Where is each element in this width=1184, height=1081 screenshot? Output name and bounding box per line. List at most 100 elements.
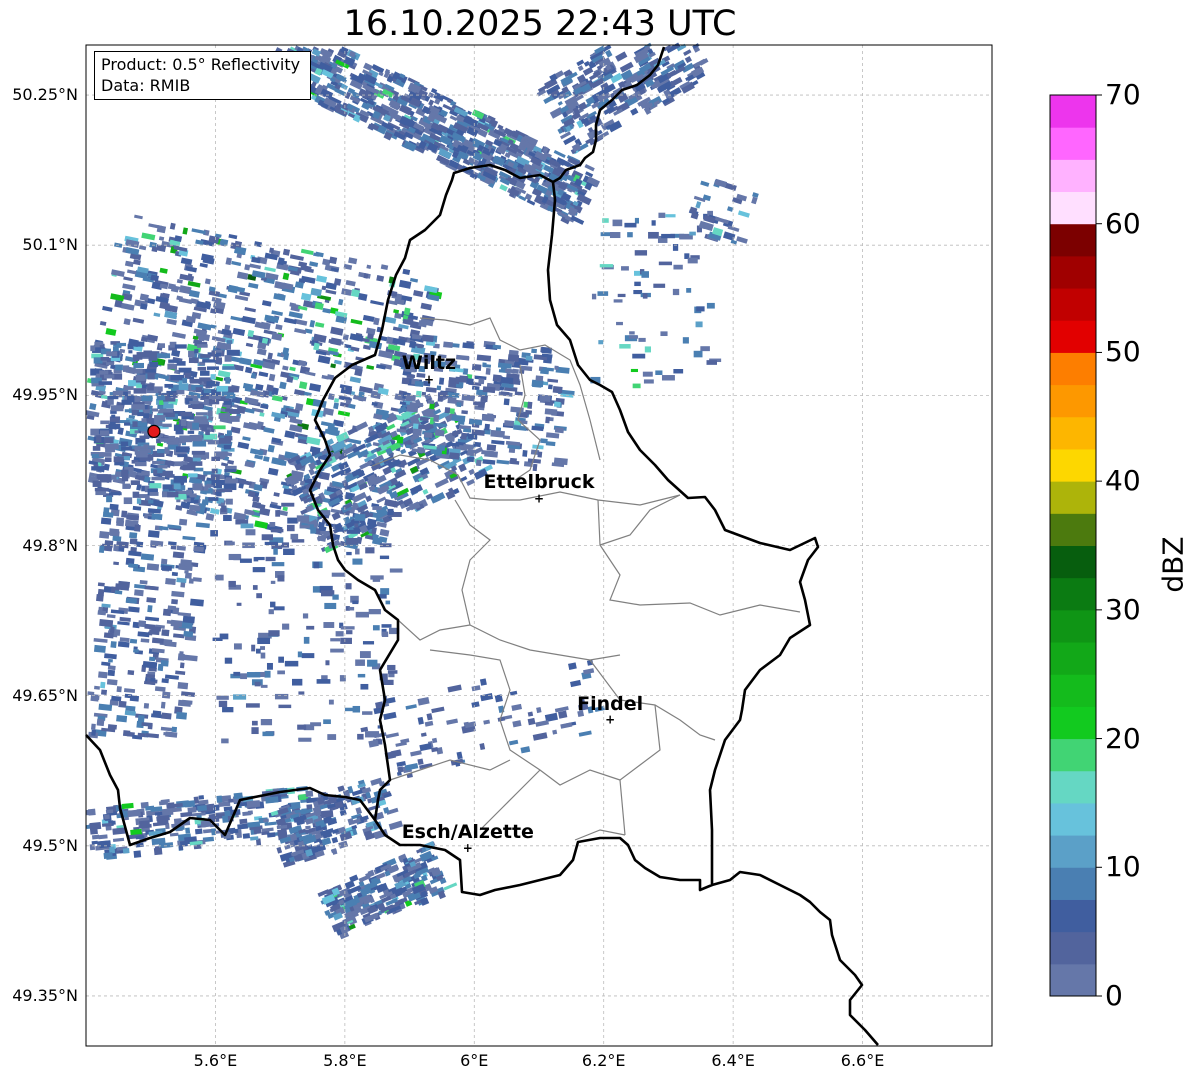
echo-pixel: [147, 383, 154, 391]
echo-pixel: [426, 713, 433, 721]
echo-pixel: [736, 236, 748, 244]
echo-pixel: [316, 275, 328, 283]
echo-pixel: [383, 679, 394, 685]
echo-pixel: [338, 298, 344, 306]
echo-pixel: [239, 357, 252, 366]
product-text: Product: 0.5° Reflectivity: [101, 55, 301, 74]
echo-pixel: [627, 232, 633, 238]
echo-pixel: [179, 662, 185, 669]
echo-pixel: [116, 686, 122, 693]
city-label: Findel: [577, 692, 644, 715]
echo-pixel: [92, 446, 101, 451]
echo-pixel: [159, 438, 174, 442]
echo-pixel: [178, 367, 192, 373]
echo-pixel: [107, 665, 116, 671]
echo-pixel: [289, 302, 297, 308]
echo-pixel: [176, 577, 187, 584]
echo-pixel: [178, 297, 193, 305]
lat-tick-label: 49.5°N: [22, 835, 78, 855]
echo-pixel: [264, 266, 276, 273]
echo-pixel: [158, 236, 165, 241]
colorbar-segment: [1050, 642, 1096, 675]
echo-pixel: [308, 383, 322, 392]
echo-pixel: [153, 847, 163, 856]
echo-pixel: [186, 489, 193, 496]
echo-pixel: [409, 277, 419, 283]
echo-pixel: [282, 248, 291, 256]
echo-pixel: [116, 519, 125, 527]
echo-pixel: [372, 506, 382, 510]
echo-pixel: [100, 517, 112, 525]
echo-pixel: [466, 478, 476, 486]
echo-pixel: [100, 681, 106, 689]
echo-pixel: [222, 366, 236, 370]
echo-pixel: [577, 65, 584, 72]
echo-pixel: [410, 750, 422, 757]
echo-pixel: [431, 737, 438, 744]
echo-pixel: [294, 389, 305, 396]
echo-pixel: [297, 724, 307, 730]
echo-pixel: [165, 578, 176, 586]
echo-pixel: [179, 435, 193, 443]
echo-pixel: [300, 248, 314, 256]
echo-pixel: [177, 681, 189, 690]
echo-pixel: [96, 435, 102, 443]
echo-pixel: [634, 250, 648, 256]
echo-pixel: [482, 459, 496, 465]
echo-pixel: [124, 422, 131, 426]
echo-pixel: [331, 572, 346, 577]
echo-pixel: [602, 218, 609, 223]
echo-pixel: [492, 344, 502, 350]
colorbar-segment: [1050, 963, 1096, 997]
echo-pixel: [299, 480, 306, 486]
echo-pixel: [325, 289, 337, 295]
echo-pixel: [121, 510, 128, 518]
echo-pixel: [94, 341, 104, 346]
echo-pixel: [366, 364, 375, 370]
echo-pixel: [171, 331, 186, 339]
colorbar-segment: [1050, 352, 1096, 386]
echo-pixel: [503, 398, 510, 406]
echo-pixel: [393, 309, 400, 314]
echo-pixel: [183, 654, 198, 662]
echo-pixel: [502, 435, 511, 440]
echo-pixel: [634, 281, 641, 287]
echo-pixel: [125, 597, 138, 604]
echo-pixel: [305, 790, 314, 798]
echo-pixel: [483, 719, 491, 725]
echo-pixel: [333, 397, 340, 403]
echo-pixel: [148, 629, 160, 636]
echo-pixel: [194, 349, 199, 354]
echo-pixel: [332, 594, 339, 600]
city-label: Wiltz: [401, 352, 457, 375]
echo-pixel: [122, 483, 131, 489]
echo-pixel: [132, 317, 145, 324]
echo-pixel: [648, 231, 659, 239]
echo-pixel: [98, 545, 105, 553]
echo-pixel: [171, 571, 178, 577]
echo-pixel: [192, 483, 203, 491]
echo-pixel: [107, 398, 114, 405]
echo-pixel: [350, 318, 363, 325]
echo-pixel: [570, 679, 582, 688]
echo-pixel: [337, 410, 351, 417]
lat-tick-label: 49.8°N: [22, 535, 78, 555]
echo-pixel: [189, 598, 204, 607]
echo-pixel: [706, 302, 715, 309]
echo-pixel: [133, 388, 147, 394]
echo-pixel: [682, 337, 689, 344]
echo-pixel: [110, 405, 124, 412]
colorbar-segment: [1050, 288, 1096, 321]
echo-pixel: [221, 328, 232, 336]
echo-pixel: [189, 504, 201, 512]
echo-pixel: [417, 343, 423, 349]
echo-pixel: [98, 452, 112, 457]
echo-pixel: [145, 369, 157, 373]
echo-pixel: [466, 456, 475, 463]
echo-pixel: [301, 653, 315, 659]
echo-pixel: [615, 51, 628, 62]
echo-pixel: [245, 342, 254, 348]
echo-pixel: [114, 590, 123, 595]
echo-pixel: [227, 416, 240, 422]
echo-pixel: [512, 720, 522, 728]
